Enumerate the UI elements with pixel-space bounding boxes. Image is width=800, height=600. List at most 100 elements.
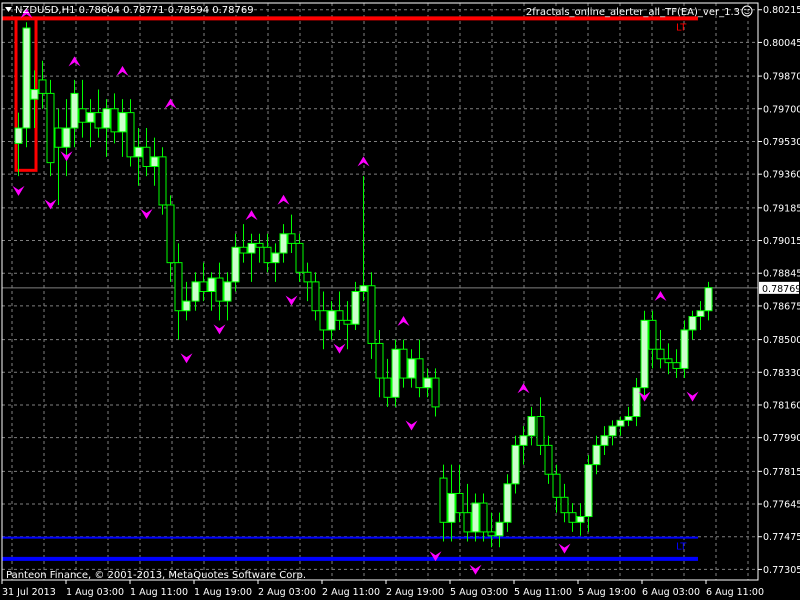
candle-body [592, 444, 601, 466]
candle-body [503, 483, 512, 523]
candle-body [279, 233, 288, 254]
candle-body [656, 348, 665, 360]
x-tick-label: 5 Aug 19:00 [578, 587, 636, 598]
candle-body [616, 419, 625, 427]
smiley-eye [744, 8, 746, 11]
candle-body [239, 246, 248, 254]
candle-body [423, 377, 432, 389]
ea-name: 2fractals_online_alerter_all_TF(EA)_ver_… [526, 7, 740, 18]
smiley-face-icon [741, 5, 753, 17]
candle-body [576, 516, 585, 523]
candle-body [511, 444, 520, 485]
candle-body [359, 285, 368, 293]
candle-body [182, 300, 191, 312]
fractal-down-arrow [333, 343, 346, 354]
fractal-down-arrow [180, 353, 193, 364]
candle-body [640, 319, 649, 389]
candle-body [680, 329, 689, 369]
x-tick-label: 5 Aug 03:00 [450, 587, 508, 598]
candle-body [78, 108, 87, 123]
x-tick-label: 6 Aug 03:00 [642, 587, 700, 598]
candle-body [479, 502, 488, 533]
y-tick-label: 0.78160 [763, 400, 800, 411]
candle-body [375, 342, 384, 379]
candle-body [399, 348, 408, 379]
fractal-up-arrow [654, 290, 667, 301]
candle-body [407, 358, 416, 379]
y-tick-label: 0.78675 [763, 301, 800, 312]
candle-body [247, 242, 256, 254]
candle-body [134, 146, 143, 158]
candle-body [495, 521, 504, 537]
candle-body [343, 319, 352, 325]
y-tick-label: 0.78845 [763, 269, 800, 280]
candle-body [608, 425, 617, 437]
candle-body [327, 310, 336, 331]
axes: 0.80215 0.80045 0.79870 0.79700 0.79530 0.793… [1, 2, 800, 598]
y-tick-label: 0.77475 [763, 532, 800, 543]
candle-body [70, 92, 79, 129]
candle-body [263, 246, 272, 264]
x-tick-label: 6 Aug 11:00 [706, 587, 764, 598]
fractal-up-arrow [517, 383, 530, 394]
y-tick-label: 0.77305 [763, 565, 800, 576]
y-tick-label: 0.79185 [763, 203, 800, 214]
current-price-label: 0.78769 [762, 284, 800, 295]
candle-body [600, 435, 609, 446]
fractal-down-arrow [213, 324, 226, 335]
candle-body [439, 477, 448, 523]
x-tick-label: 2 Aug 03:00 [258, 587, 316, 598]
candle-body [86, 112, 95, 123]
candle-body [166, 204, 175, 264]
candle-body [271, 252, 280, 264]
fractal-up-arrow [357, 156, 370, 167]
x-tick-label: 2 Aug 19:00 [386, 587, 444, 598]
candle-body [142, 146, 151, 167]
fractal-down-arrow [12, 185, 25, 196]
fractal-up-arrow [68, 56, 81, 67]
candle-body [696, 310, 705, 318]
candle-body [536, 416, 545, 446]
price-chart[interactable]: LT LT 0.80215 0.80045 0.79870 0.79700 0.79530… [0, 0, 800, 600]
candle-body [471, 502, 480, 533]
candle-body [335, 310, 344, 321]
candle-body [455, 492, 464, 514]
candle-body [46, 92, 55, 164]
x-tick-label: 1 Aug 19:00 [194, 587, 252, 598]
chart-window[interactable]: LT LT 0.80215 0.80045 0.79870 0.79700 0.79530… [0, 0, 800, 600]
candle-body [704, 287, 713, 312]
candle-body [54, 127, 63, 148]
candle-body [199, 281, 208, 292]
fractal-down-arrow [558, 543, 571, 554]
smiley-mouth [744, 12, 750, 15]
candle-body [351, 291, 360, 325]
smiley-outline [741, 5, 753, 17]
candle-body [215, 277, 224, 302]
plot-frame [1, 2, 759, 581]
candle-body [223, 281, 232, 302]
candle-body [191, 281, 200, 302]
candle-body [231, 246, 240, 283]
y-tick-label: 0.80045 [763, 38, 800, 49]
candle-body [311, 281, 320, 312]
candle-body [552, 473, 561, 498]
fractal-up-arrow [116, 65, 129, 76]
candle-body [463, 512, 472, 533]
candle-body [624, 416, 633, 421]
candle-body [544, 444, 553, 475]
candle-body [38, 79, 47, 94]
y-tick-label: 0.79530 [763, 137, 800, 148]
fractal-up-arrow [164, 98, 177, 109]
x-tick-label: 1 Aug 11:00 [130, 587, 188, 598]
candle-body [431, 377, 440, 408]
candle-body [319, 310, 328, 331]
y-tick-label: 0.79700 [763, 104, 800, 115]
y-tick-label: 0.79360 [763, 170, 800, 181]
y-tick-label: 0.79015 [763, 236, 800, 247]
candle-body [255, 242, 264, 248]
candle-body [287, 233, 296, 244]
candle-body [648, 319, 657, 350]
candle-body [110, 108, 119, 133]
candle-body [584, 464, 593, 518]
candle-body [664, 358, 673, 364]
